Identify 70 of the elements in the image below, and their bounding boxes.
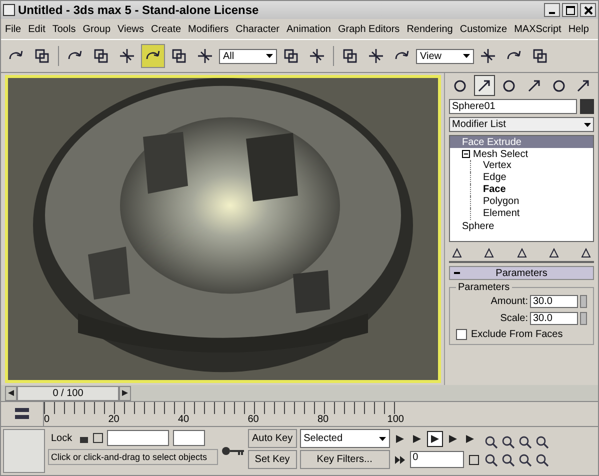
caret-icon [584, 122, 591, 126]
dropdown[interactable]: All [219, 48, 277, 64]
key-filters-button[interactable]: Key Filters... [300, 450, 390, 469]
menu-item[interactable]: Graph Editors [338, 24, 400, 34]
frame-number: 80 [318, 414, 329, 425]
previous-frame-button[interactable] [5, 386, 17, 400]
stack-item[interactable]: Face Extrude [450, 136, 593, 148]
color-swatch[interactable] [580, 99, 594, 114]
dropdown[interactable]: View [416, 48, 474, 64]
menu-item[interactable]: Animation [286, 24, 331, 34]
menu-item[interactable]: Group [82, 24, 111, 34]
menu-item[interactable]: Modifiers [188, 24, 229, 34]
time-slider-thumb[interactable]: 0 / 100 [17, 386, 119, 400]
right-arrow-icon [122, 390, 128, 396]
menu-item[interactable]: Tools [52, 24, 76, 34]
spinner-field[interactable]: 30.0 [530, 295, 578, 308]
key-mode-dropdown[interactable]: Selected [300, 429, 390, 448]
menu-item[interactable]: Rendering [406, 24, 453, 34]
track-bar[interactable]: 0 20 40 60 80 100 [43, 402, 404, 426]
frame-number: 60 [248, 414, 259, 425]
exclude-checkbox[interactable]: Exclude From Faces [456, 329, 587, 340]
menu-item[interactable]: Customize [460, 24, 508, 34]
status-prompt: Click or click-and-drag to select objects [48, 449, 218, 465]
maximize-button[interactable] [562, 3, 578, 17]
zoom-icon[interactable] [484, 435, 498, 449]
collapse-icon[interactable] [462, 150, 470, 158]
menu-item[interactable]: Character [236, 24, 280, 34]
caret-icon [266, 54, 273, 58]
window-title: Untitled - 3ds max 5 - Stand-alone License [18, 3, 260, 17]
frame-number: 100 [387, 414, 404, 425]
coordinate-field[interactable] [107, 430, 170, 446]
stack-subitem[interactable]: Edge [470, 172, 593, 184]
minimize-button[interactable] [544, 3, 560, 17]
stack-item[interactable]: Mesh Select [450, 148, 593, 160]
stack-subitem[interactable]: Vertex [470, 160, 593, 172]
caret-icon [463, 54, 470, 58]
stack-subitem[interactable]: Polygon [470, 196, 593, 208]
close-icon [584, 6, 592, 14]
object-name-field[interactable]: Sphere01 [449, 99, 577, 114]
menu-item[interactable]: File [5, 24, 22, 34]
stack-subitem[interactable]: Element [470, 208, 593, 220]
viewport-render-drawing[interactable] [5, 75, 441, 383]
current-frame-field[interactable]: 0 [410, 451, 464, 468]
set-key-button[interactable]: Set Key [248, 450, 297, 469]
menu-item[interactable]: Create [151, 24, 182, 34]
stack-subitem[interactable]: Face [470, 184, 593, 196]
menu-item[interactable]: Edit [28, 24, 46, 34]
frame-number: 0 [44, 414, 50, 425]
frame-number: 40 [178, 414, 190, 425]
field-label: Scale: [500, 313, 528, 324]
field-label: Amount: [490, 296, 528, 307]
menu-item[interactable]: MAXScript [514, 24, 562, 34]
caret-icon [378, 436, 386, 440]
play-icon[interactable] [426, 430, 443, 446]
auto-key-button[interactable]: Auto Key [248, 429, 297, 448]
modifier-list-dropdown[interactable]: Modifier List [449, 117, 594, 132]
close-button[interactable] [580, 3, 596, 17]
stack-item[interactable]: Sphere [450, 220, 593, 232]
menu-item[interactable]: Help [568, 24, 589, 34]
app-icon [3, 4, 15, 16]
lock-label[interactable]: Lock [48, 432, 76, 444]
group-title: Parameters [457, 282, 511, 293]
next-frame-button[interactable] [119, 386, 131, 400]
rollout-header[interactable]: Parameters [449, 266, 594, 280]
frame-number: 20 [108, 414, 120, 425]
spinner-field[interactable]: 30.0 [530, 312, 578, 325]
menu-item[interactable]: Views [118, 24, 144, 34]
left-arrow-icon [8, 390, 14, 396]
coordinate-field[interactable] [173, 430, 206, 446]
minimize-icon [549, 12, 555, 14]
